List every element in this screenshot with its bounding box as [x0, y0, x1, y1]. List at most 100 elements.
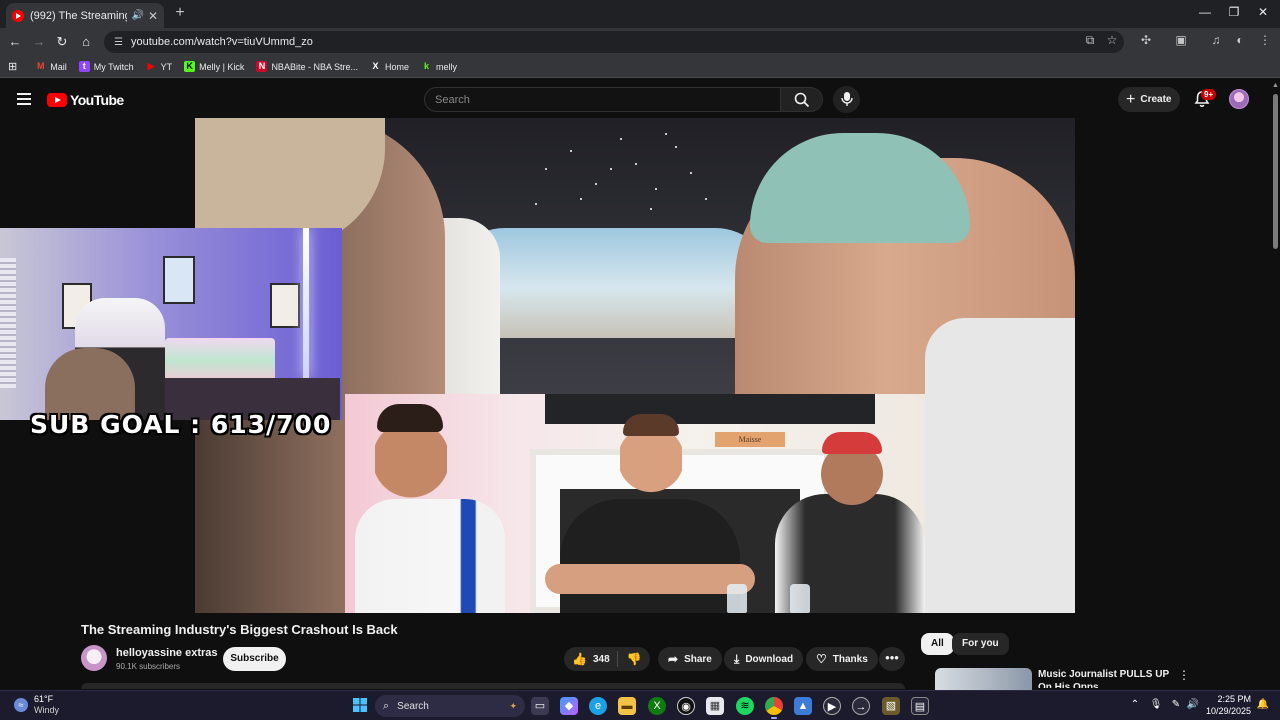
back-icon[interactable]: ←: [6, 33, 24, 51]
bookmark-item[interactable]: M Mail: [35, 61, 67, 72]
chrome-icon[interactable]: [765, 697, 783, 715]
create-label: Create: [1140, 94, 1172, 105]
edge-icon[interactable]: e: [589, 697, 607, 715]
description-box[interactable]: [81, 683, 905, 689]
nameplate-sign: Maisse: [715, 432, 785, 447]
windows-start-icon[interactable]: [351, 697, 369, 715]
forward-icon[interactable]: →: [30, 33, 48, 51]
create-button[interactable]: + Create: [1118, 87, 1180, 112]
wall-poster: [163, 256, 195, 304]
cast-icon[interactable]: ⧉: [1081, 33, 1099, 48]
thanks-button[interactable]: ♡ Thanks: [806, 647, 878, 671]
new-tab-button[interactable]: +: [170, 4, 190, 22]
channel-name[interactable]: helloyassine extras: [116, 647, 218, 659]
recommendation-thumbnail[interactable]: [935, 668, 1032, 690]
app-icon[interactable]: ▧: [882, 697, 900, 715]
scroll-up-icon[interactable]: ▲: [1272, 82, 1279, 89]
download-icon: ⤓: [734, 651, 740, 666]
youtube-play-icon: [47, 93, 67, 107]
inset-person-1: [355, 404, 505, 613]
hamburger-menu-icon[interactable]: [17, 93, 31, 105]
browser-menu-icon[interactable]: ⋮: [1256, 33, 1274, 47]
speaker-icon[interactable]: 🔊: [131, 10, 143, 21]
photos-icon[interactable]: ▲: [794, 697, 812, 715]
search-input[interactable]: Search: [424, 87, 781, 112]
browser-tab[interactable]: (992) The Streaming Industry's Biggest C…: [6, 3, 164, 28]
profile-icon[interactable]: ◐: [1231, 33, 1249, 47]
voice-search-button[interactable]: [833, 86, 860, 113]
bookmark-item[interactable]: X Home: [370, 61, 409, 72]
extensions-icon[interactable]: ✣: [1137, 33, 1155, 47]
window-close-button[interactable]: ✕: [1254, 5, 1272, 19]
search-button[interactable]: [781, 87, 823, 112]
microphone-icon: [841, 92, 853, 106]
volume-icon[interactable]: 🔊: [1186, 699, 1200, 710]
recommendation-title[interactable]: Music Journalist PULLS UP On His Opps: [1038, 668, 1172, 688]
download-button[interactable]: ⤓ Download: [724, 647, 804, 671]
bookmark-item[interactable]: ▶ YT: [146, 61, 172, 72]
account-avatar[interactable]: [1229, 89, 1249, 109]
subscribe-button[interactable]: Subscribe: [223, 647, 286, 671]
more-actions-button[interactable]: •••: [879, 647, 905, 671]
weather-widget[interactable]: ≈ 61°F Windy: [14, 694, 59, 716]
minimize-button[interactable]: —: [1196, 5, 1214, 19]
media-player-icon[interactable]: ▶: [823, 697, 841, 715]
wall-poster: [270, 283, 300, 328]
tab-title: (992) The Streaming Industry's Biggest C…: [30, 9, 128, 22]
restore-button[interactable]: ❐: [1225, 5, 1243, 19]
terminal-icon[interactable]: ▤: [911, 697, 929, 715]
spotify-icon[interactable]: ≋: [736, 697, 754, 715]
share-label: Share: [684, 653, 712, 665]
bookmark-item[interactable]: k melly: [421, 61, 457, 72]
recommendation-menu-icon[interactable]: ⋮: [1178, 668, 1190, 682]
media-controls-icon[interactable]: ♫: [1207, 33, 1225, 47]
site-info-icon[interactable]: ☰: [114, 37, 123, 48]
tab-close-icon[interactable]: ✕: [148, 9, 158, 23]
apps-grid-icon[interactable]: ⊞: [8, 60, 17, 73]
youtube-logo[interactable]: YouTube: [47, 92, 124, 108]
dislike-button[interactable]: 👎: [618, 652, 650, 666]
tv-screen: [545, 394, 875, 424]
bookmark-item[interactable]: K Melly | Kick: [184, 61, 244, 72]
thumbs-down-icon: 👎: [626, 652, 642, 666]
bookmark-label: Mail: [50, 61, 67, 72]
address-bar[interactable]: ☰ youtube.com/watch?v=tiuVUmmd_zo: [104, 31, 1124, 53]
copilot-icon[interactable]: ◆: [560, 697, 578, 715]
sidepanel-icon[interactable]: ▣: [1172, 33, 1190, 47]
notification-center-icon[interactable]: 🔔: [1256, 699, 1270, 710]
like-count: 348: [592, 653, 610, 665]
thanks-icon: ♡: [816, 652, 827, 666]
like-button[interactable]: 👍 348: [564, 651, 618, 667]
clock-time: 2:25 PM: [1217, 694, 1251, 704]
chip-for-you[interactable]: For you: [952, 633, 1009, 655]
active-app-indicator: [771, 717, 777, 719]
home-icon[interactable]: ⌂: [77, 33, 95, 51]
like-dislike-group: 👍 348 👎: [564, 647, 650, 671]
channel-avatar[interactable]: [81, 645, 107, 671]
bookmark-star-icon[interactable]: ☆: [1103, 33, 1121, 47]
obs-icon[interactable]: ◉: [677, 697, 695, 715]
clock-date: 10/29/2025: [1205, 706, 1251, 716]
bookmark-item[interactable]: N NBABite - NBA Stre...: [256, 61, 358, 72]
taskbar-search[interactable]: ⌕ Search ✦: [375, 695, 525, 717]
share-button[interactable]: ➦ Share: [658, 647, 722, 671]
gmail-icon: M: [36, 61, 45, 71]
app-icon[interactable]: →: [852, 697, 870, 715]
chip-all[interactable]: All: [921, 633, 954, 655]
microsoft-store-icon[interactable]: ▦: [706, 697, 724, 715]
task-view-icon[interactable]: ▭: [531, 697, 549, 715]
search-highlight-icon: ✦: [509, 700, 517, 711]
show-hidden-icons-chevron[interactable]: ⌃: [1128, 699, 1142, 710]
led-light-strip: [303, 228, 309, 378]
microphone-tray-icon[interactable]: 🎙: [1149, 699, 1163, 710]
sub-goal-overlay-text: SUB GOAL : 613/700: [30, 410, 332, 439]
pen-tray-icon[interactable]: ✎: [1169, 699, 1183, 710]
xbox-icon[interactable]: X: [648, 697, 666, 715]
page-scrollbar[interactable]: ▲: [1271, 80, 1279, 690]
file-explorer-icon[interactable]: ▬: [618, 697, 636, 715]
kick-green-icon: k: [423, 61, 429, 71]
system-clock[interactable]: 2:25 PM 10/29/2025: [1205, 693, 1251, 717]
scrollbar-thumb[interactable]: [1273, 94, 1278, 249]
bookmark-item[interactable]: t My Twitch: [78, 61, 134, 72]
reload-icon[interactable]: ↻: [53, 33, 71, 51]
